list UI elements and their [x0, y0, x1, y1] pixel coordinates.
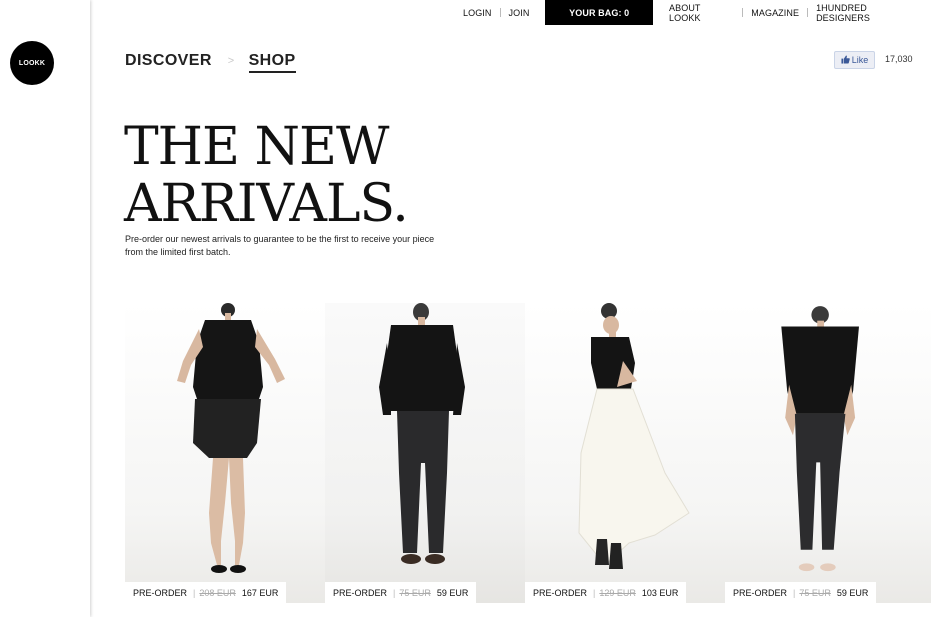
price-tag: PRE-ORDER | 75 EUR 59 EUR: [325, 582, 477, 603]
shopping-bag-button[interactable]: YOUR BAG: 0: [545, 0, 654, 25]
preorder-label[interactable]: PRE-ORDER: [133, 588, 187, 598]
price-divider: |: [393, 587, 396, 598]
title-line-2: ARRIVALS.: [124, 174, 409, 234]
page-title: THE NEW ARRIVALS.: [124, 117, 409, 234]
lookk-logo[interactable]: LOOKK: [10, 41, 54, 85]
current-price: 103 EUR: [641, 587, 679, 598]
breadcrumb: DISCOVER > SHOP: [125, 52, 296, 73]
old-price: 75 EUR: [399, 587, 431, 598]
preorder-label[interactable]: PRE-ORDER: [533, 588, 587, 598]
top-navigation: LOGIN JOIN YOUR BAG: 0 ABOUT LOOKK MAGAZ…: [455, 0, 931, 25]
price-tag: PRE-ORDER | 208 EUR 167 EUR: [125, 582, 287, 603]
product-image[interactable]: [525, 303, 725, 583]
login-link[interactable]: LOGIN: [455, 8, 500, 18]
price-tag: PRE-ORDER | 129 EUR 103 EUR: [525, 582, 687, 603]
preorder-label[interactable]: PRE-ORDER: [333, 588, 387, 598]
price-tag: PRE-ORDER | 75 EUR 59 EUR: [725, 582, 877, 603]
designers-link[interactable]: 1HUNDRED DESIGNERS: [808, 3, 931, 23]
price-divider: |: [193, 587, 196, 598]
like-count: 17,030: [885, 54, 913, 64]
like-label: Like: [851, 55, 869, 65]
old-price: 75 EUR: [799, 587, 831, 598]
current-price: 59 EUR: [836, 587, 869, 598]
product-card[interactable]: PRE-ORDER | 208 EUR 167 EUR: [125, 303, 325, 603]
thumbs-up-icon: [841, 55, 850, 66]
breadcrumb-discover[interactable]: DISCOVER: [125, 52, 212, 70]
product-grid: PRE-ORDER | 208 EUR 167 EUR PRE-ORDER | …: [125, 303, 931, 603]
facebook-like-button[interactable]: Like: [834, 51, 875, 69]
join-link[interactable]: JOIN: [501, 8, 538, 18]
product-image[interactable]: [125, 303, 325, 583]
about-link[interactable]: ABOUT LOOKK: [661, 3, 742, 23]
title-line-1: THE NEW: [124, 117, 389, 177]
product-card[interactable]: PRE-ORDER | 129 EUR 103 EUR: [525, 303, 725, 603]
product-image[interactable]: [325, 303, 525, 583]
hero-description: Pre-order our newest arrivals to guarant…: [125, 234, 435, 257]
price-divider: |: [593, 587, 596, 598]
old-price: 129 EUR: [599, 587, 636, 598]
chevron-right-icon: >: [227, 55, 235, 67]
price-divider: |: [793, 587, 796, 598]
left-sidebar: LOOKK: [0, 0, 90, 617]
breadcrumb-shop[interactable]: SHOP: [248, 52, 296, 73]
product-card[interactable]: PRE-ORDER | 75 EUR 59 EUR: [325, 303, 525, 603]
product-image[interactable]: [725, 303, 925, 583]
preorder-label[interactable]: PRE-ORDER: [733, 588, 787, 598]
current-price: 167 EUR: [241, 587, 279, 598]
current-price: 59 EUR: [436, 587, 469, 598]
product-card[interactable]: PRE-ORDER | 75 EUR 59 EUR: [725, 303, 931, 603]
magazine-link[interactable]: MAGAZINE: [743, 8, 807, 18]
old-price: 208 EUR: [199, 587, 236, 598]
